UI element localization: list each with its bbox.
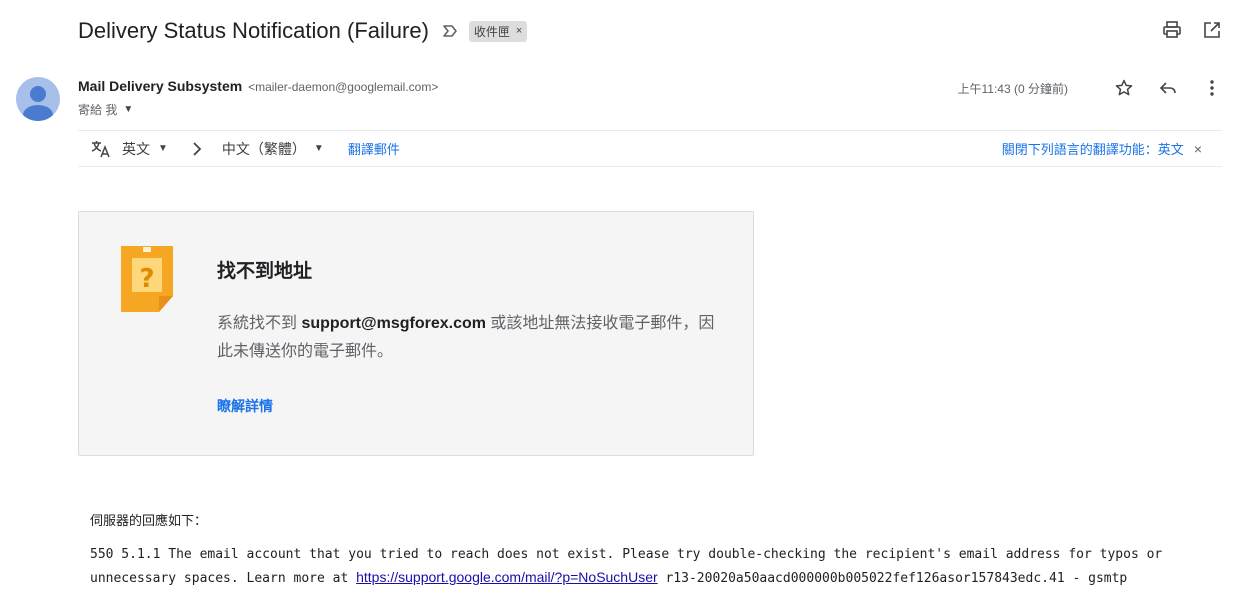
target-language-select[interactable]: 中文（繁體） ▼ bbox=[222, 139, 324, 159]
translate-icon bbox=[90, 138, 112, 160]
server-response-label: 伺服器的回應如下： bbox=[90, 513, 208, 528]
recipient-text: 寄給 我 bbox=[78, 103, 118, 117]
chevron-down-icon: ▼ bbox=[158, 143, 168, 154]
chevron-down-icon[interactable]: ▼ bbox=[123, 104, 133, 115]
inbox-label-chip: 收件匣 × bbox=[468, 20, 528, 42]
sender-row: Mail Delivery Subsystem <mailer-daemon@g… bbox=[78, 78, 438, 94]
card-body-prefix: 系統找不到 bbox=[217, 315, 302, 332]
sender-name[interactable]: Mail Delivery Subsystem bbox=[78, 78, 242, 94]
print-icon[interactable] bbox=[1162, 20, 1182, 40]
sender-email: <mailer-daemon@googlemail.com> bbox=[248, 80, 439, 94]
chevron-right-icon bbox=[190, 141, 204, 156]
target-language-label: 中文（繁體） bbox=[221, 140, 306, 157]
inbox-label-text: 收件匣 bbox=[473, 24, 510, 39]
server-message-suffix: r13-20020a50aacd000000b005022fef126asor1… bbox=[657, 571, 1128, 586]
source-language-label: 英文 bbox=[122, 140, 150, 157]
turn-off-translation-link[interactable]: 關閉下列語言的翻譯功能：英文 bbox=[1002, 139, 1184, 158]
translate-bar: 英文 ▼ 中文（繁體） ▼ 翻譯郵件 關閉下列語言的翻譯功能：英文 × bbox=[78, 130, 1222, 167]
star-icon[interactable] bbox=[1114, 78, 1134, 98]
card-title: 找不到地址 bbox=[217, 261, 313, 282]
recipient-row[interactable]: 寄給 我 ▼ bbox=[78, 101, 133, 118]
top-actions bbox=[1162, 20, 1222, 40]
more-vertical-icon[interactable] bbox=[1202, 78, 1222, 98]
learn-more-link[interactable]: 瞭解詳情 bbox=[217, 396, 273, 416]
remove-label-button[interactable]: × bbox=[516, 25, 522, 37]
message-time: 上午11:43 (0 分鐘前) bbox=[957, 81, 1068, 96]
chevron-down-icon: ▼ bbox=[313, 143, 324, 154]
close-translate-bar-button[interactable]: × bbox=[1194, 141, 1202, 157]
turn-off-translation: 關閉下列語言的翻譯功能：英文 × bbox=[1002, 131, 1202, 166]
reply-icon[interactable] bbox=[1158, 78, 1178, 98]
message-meta: 上午11:43 (0 分鐘前) bbox=[958, 78, 1222, 98]
translate-message-link[interactable]: 翻譯郵件 bbox=[348, 139, 400, 158]
source-language-select[interactable]: 英文 ▼ bbox=[122, 139, 168, 159]
card-body: 系統找不到 support@msgforex.com 或該地址無法接收電子郵件，… bbox=[217, 310, 727, 366]
subject-row: Delivery Status Notification (Failure) 收… bbox=[78, 14, 528, 48]
important-marker-icon[interactable] bbox=[441, 22, 459, 40]
email-subject: Delivery Status Notification (Failure) bbox=[78, 18, 429, 43]
question-note-icon: ? bbox=[119, 244, 175, 314]
translate-controls: 英文 ▼ 中文（繁體） ▼ 翻譯郵件 bbox=[78, 138, 400, 160]
default-avatar-icon bbox=[16, 77, 60, 121]
address-not-found-card: ? 找不到地址 系統找不到 support@msgforex.com 或該地址無… bbox=[78, 211, 754, 456]
failed-address: support@msgforex.com bbox=[301, 315, 486, 332]
svg-text:?: ? bbox=[139, 264, 154, 294]
open-in-new-window-icon[interactable] bbox=[1202, 20, 1222, 40]
support-link[interactable]: https://support.google.com/mail/?p=NoSuc… bbox=[356, 569, 658, 585]
server-response-message: 550 5.1.1 The email account that you tri… bbox=[90, 544, 1200, 590]
